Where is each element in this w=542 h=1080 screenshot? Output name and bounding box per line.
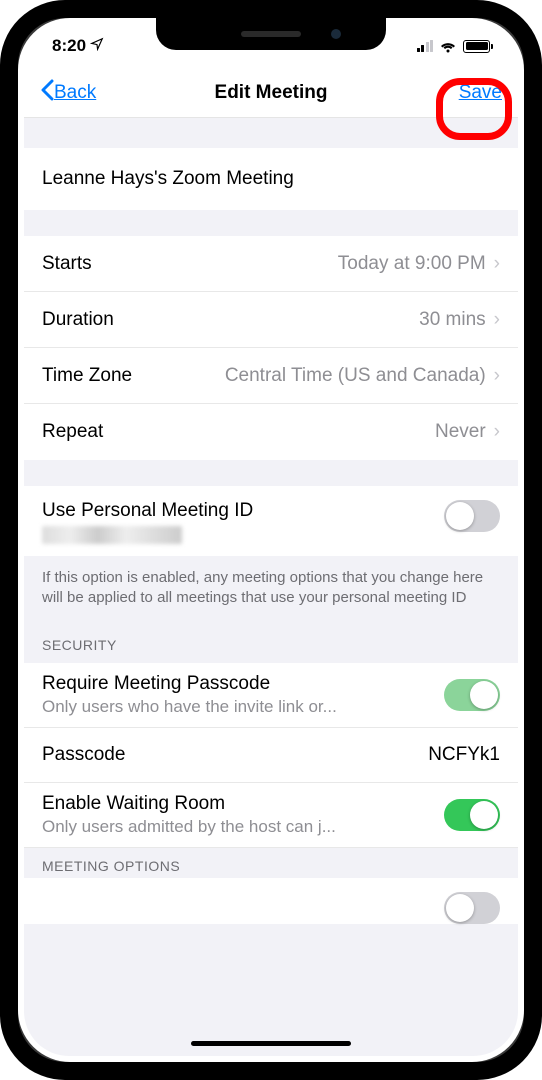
- repeat-value: Never: [435, 421, 486, 443]
- security-header: SECURITY: [24, 627, 518, 663]
- home-indicator[interactable]: [191, 1041, 351, 1046]
- waiting-room-row: Enable Waiting Room Only users admitted …: [24, 783, 518, 848]
- passcode-row[interactable]: Passcode NCFYk1: [24, 728, 518, 783]
- require-passcode-toggle[interactable]: [444, 679, 500, 711]
- cellular-signal-icon: [417, 40, 434, 52]
- chevron-left-icon: [40, 79, 54, 107]
- repeat-row[interactable]: Repeat Never ›: [24, 404, 518, 460]
- status-time: 8:20: [52, 36, 86, 56]
- pmi-value-redacted: [42, 526, 182, 544]
- meeting-options-toggle[interactable]: [444, 892, 500, 924]
- waiting-room-toggle[interactable]: [444, 799, 500, 831]
- chevron-right-icon: ›: [494, 365, 500, 387]
- page-title: Edit Meeting: [215, 82, 328, 104]
- pmi-footer: If this option is enabled, any meeting o…: [24, 556, 518, 627]
- waiting-room-sub: Only users admitted by the host can j...: [42, 817, 434, 837]
- back-label: Back: [54, 82, 96, 104]
- timezone-row[interactable]: Time Zone Central Time (US and Canada) ›: [24, 348, 518, 404]
- pmi-row: Use Personal Meeting ID: [24, 486, 518, 556]
- passcode-value: NCFYk1: [428, 744, 500, 766]
- save-button[interactable]: Save: [459, 82, 502, 104]
- meeting-title-input[interactable]: Leanne Hays's Zoom Meeting: [24, 148, 518, 210]
- duration-label: Duration: [42, 309, 114, 331]
- location-icon: [90, 36, 104, 56]
- chevron-right-icon: ›: [494, 253, 500, 275]
- require-passcode-row: Require Meeting Passcode Only users who …: [24, 663, 518, 728]
- chevron-right-icon: ›: [494, 421, 500, 443]
- duration-row[interactable]: Duration 30 mins ›: [24, 292, 518, 348]
- battery-icon: [463, 40, 490, 53]
- pmi-label: Use Personal Meeting ID: [42, 500, 253, 522]
- repeat-label: Repeat: [42, 421, 103, 443]
- wifi-icon: [439, 40, 457, 53]
- duration-value: 30 mins: [419, 309, 486, 331]
- starts-row[interactable]: Starts Today at 9:00 PM ›: [24, 236, 518, 292]
- pmi-toggle[interactable]: [444, 500, 500, 532]
- passcode-label: Passcode: [42, 744, 125, 766]
- timezone-value: Central Time (US and Canada): [225, 365, 486, 387]
- meeting-options-header: MEETING OPTIONS: [24, 848, 518, 878]
- back-button[interactable]: Back: [40, 79, 96, 107]
- timezone-label: Time Zone: [42, 365, 132, 387]
- content-scroll[interactable]: Leanne Hays's Zoom Meeting Starts Today …: [24, 118, 518, 1056]
- meeting-options-row-partial: [24, 878, 518, 924]
- navigation-bar: Back Edit Meeting Save: [24, 68, 518, 118]
- require-passcode-sub: Only users who have the invite link or..…: [42, 697, 434, 717]
- starts-value: Today at 9:00 PM: [338, 253, 486, 275]
- chevron-right-icon: ›: [494, 309, 500, 331]
- starts-label: Starts: [42, 253, 92, 275]
- require-passcode-label: Require Meeting Passcode: [42, 673, 434, 695]
- waiting-room-label: Enable Waiting Room: [42, 793, 434, 815]
